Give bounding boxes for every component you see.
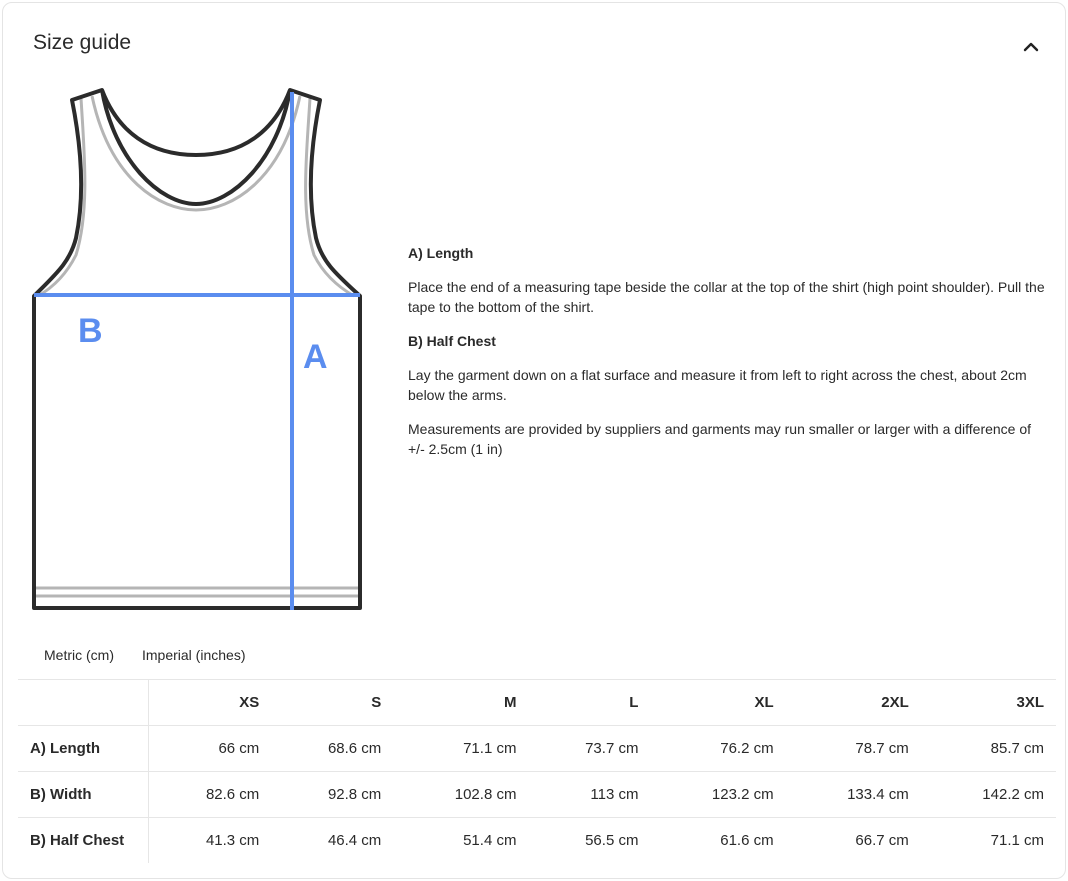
length-heading: A) Length — [408, 245, 474, 261]
table-cell: 68.6 cm — [271, 725, 394, 772]
row-label: B) Half Chest — [18, 817, 149, 863]
table-cell: 71.1 cm — [393, 725, 529, 772]
table-cell: 71.1 cm — [920, 817, 1056, 863]
table-cell: 78.7 cm — [785, 725, 921, 772]
table-cell: 92.8 cm — [271, 771, 394, 818]
tank-top-illustration: B A — [32, 88, 362, 610]
table-cell: 56.5 cm — [528, 817, 651, 863]
size-header: XL — [650, 679, 786, 726]
size-header: 3XL — [920, 679, 1056, 726]
length-text: Place the end of a measuring tape beside… — [408, 279, 1045, 315]
table-row: A) Length 66 cm 68.6 cm 71.1 cm 73.7 cm … — [18, 725, 1056, 772]
size-header: L — [528, 679, 651, 726]
table-cell: 102.8 cm — [393, 771, 529, 818]
label-a: A — [303, 338, 328, 376]
table-row: B) Width 82.6 cm 92.8 cm 102.8 cm 113 cm… — [18, 771, 1056, 818]
table-cell: 66.7 cm — [785, 817, 921, 863]
table-cell: 46.4 cm — [271, 817, 394, 863]
size-header: M — [393, 679, 529, 726]
table-row: B) Half Chest 41.3 cm 46.4 cm 51.4 cm 56… — [18, 817, 1056, 863]
row-label: A) Length — [18, 725, 149, 772]
table-cell: 82.6 cm — [148, 771, 272, 818]
table-cell: 123.2 cm — [650, 771, 786, 818]
half-chest-heading: B) Half Chest — [408, 333, 496, 349]
imperial-unit-tab[interactable]: Imperial (inches) — [142, 647, 245, 663]
size-table: XS S M L XL 2XL 3XL A) Length 66 cm 68.6… — [18, 679, 1056, 863]
size-guide-title: Size guide — [33, 31, 132, 54]
table-cell: 85.7 cm — [920, 725, 1056, 772]
size-header-row: XS S M L XL 2XL 3XL — [18, 679, 1056, 726]
table-cell: 66 cm — [148, 725, 272, 772]
table-cell: 133.4 cm — [785, 771, 921, 818]
chevron-up-icon[interactable] — [1021, 39, 1041, 55]
table-cell: 41.3 cm — [148, 817, 272, 863]
table-cell: 51.4 cm — [393, 817, 529, 863]
label-b: B — [78, 312, 103, 350]
table-cell: 142.2 cm — [920, 771, 1056, 818]
table-corner — [18, 679, 149, 726]
size-header: XS — [148, 679, 272, 726]
table-cell: 113 cm — [528, 771, 651, 818]
size-header: S — [271, 679, 394, 726]
disclaimer-text: Measurements are provided by suppliers a… — [408, 421, 1032, 457]
table-cell: 76.2 cm — [650, 725, 786, 772]
table-cell: 73.7 cm — [528, 725, 651, 772]
metric-unit-tab[interactable]: Metric (cm) — [44, 647, 114, 663]
row-label: B) Width — [18, 771, 149, 818]
size-header: 2XL — [785, 679, 921, 726]
measurement-description: A) Length Place the end of a measuring t… — [408, 243, 1048, 473]
table-cell: 61.6 cm — [650, 817, 786, 863]
half-chest-text: Lay the garment down on a flat surface a… — [408, 367, 1027, 403]
